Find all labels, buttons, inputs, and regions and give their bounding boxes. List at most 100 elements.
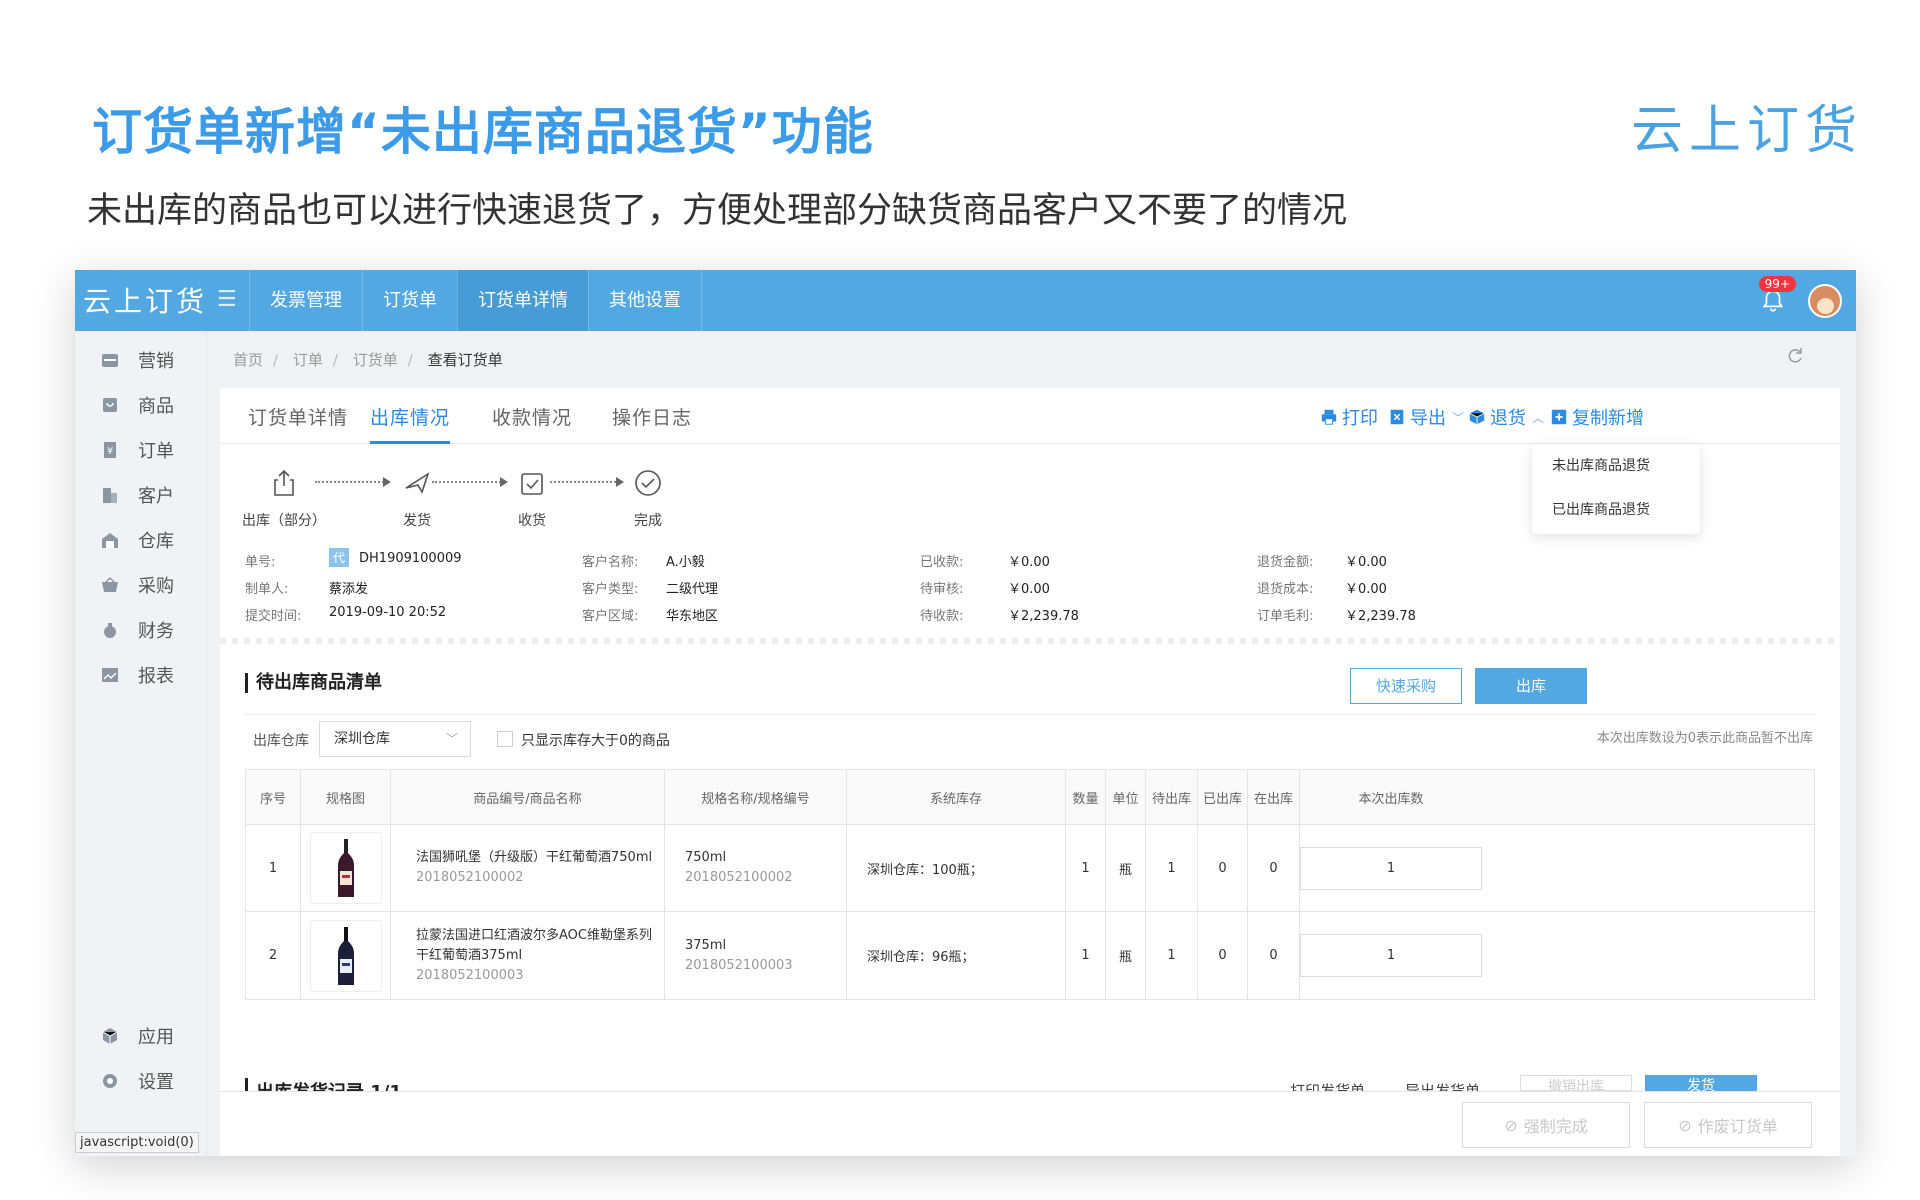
quick-purchase-button[interactable]: 快速采购 (1350, 668, 1462, 704)
step-arrow (432, 477, 508, 487)
export-icon (1390, 409, 1404, 425)
sidebar-item-warehouse[interactable]: 仓库 (75, 525, 207, 555)
tab-payment[interactable]: 收款情况 (492, 403, 572, 430)
step-arrow (550, 477, 624, 487)
warehouse-select[interactable]: 深圳仓库 ﹀ (319, 721, 471, 757)
breadcrumb-home[interactable]: 首页 (233, 351, 263, 369)
outbound-button[interactable]: 出库 (1475, 668, 1587, 704)
undo-outbound-button[interactable]: 撤销出库 (1520, 1075, 1632, 1091)
nav-order-detail[interactable]: 订货单详情 (457, 270, 588, 331)
sidebar-item-apps[interactable]: 应用 (75, 1021, 207, 1051)
outbound-hint: 本次出库数设为0表示此商品暂不出库 (1596, 731, 1813, 746)
sidebar-item-label: 设置 (138, 1072, 174, 1093)
unit-cell: 瓶 (1106, 912, 1146, 999)
sidebar-item-marketing[interactable]: 营销 (75, 345, 207, 375)
sidebar-item-finance[interactable]: 财务 (75, 615, 207, 645)
slide-subtitle: 未出库的商品也可以进行快速退货了，方便处理部分缺货商品客户又不要了的情况 (87, 191, 1348, 231)
footer-action-bar: ⊘ 强制完成 ⊘ 作废订货单 (220, 1091, 1840, 1156)
shipped-cell: 0 (1198, 825, 1248, 911)
return-button[interactable]: 退货 ︿ (1468, 404, 1544, 430)
export-button[interactable]: 导出 ﹀ (1388, 404, 1464, 430)
wine-bottle-image (309, 919, 382, 992)
avatar[interactable] (1808, 284, 1842, 318)
table-row: 1 法国狮吼堡（升级版）干红葡萄酒750ml 2018052100002 750m… (246, 825, 1814, 912)
cube-icon (100, 1026, 120, 1046)
customer-name: A.小毅 (666, 555, 705, 570)
tab-operation-log[interactable]: 操作日志 (612, 403, 692, 430)
building-icon (100, 485, 120, 505)
col-header: 本次出库数 (1358, 791, 1424, 807)
sidebar-item-purchase[interactable]: 采购 (75, 570, 207, 600)
col-header: 规格名称/规格编号 (665, 770, 847, 824)
active-tab-indicator (370, 441, 450, 444)
sidebar-item-products[interactable]: 商品 (75, 390, 207, 420)
col-header: 商品编号/商品名称 (391, 770, 665, 824)
tab-outbound[interactable]: 出库情况 (370, 403, 450, 430)
order-maker: 蔡添发 (329, 582, 369, 597)
print-button[interactable]: 打印 (1320, 404, 1378, 430)
col-header: 序号 (246, 770, 301, 824)
breadcrumb-current: 查看订货单 (427, 351, 503, 369)
product-name[interactable]: 拉蒙法国进口红酒波尔多AOC维勒堡系列干红葡萄酒375ml (416, 928, 652, 963)
divider (220, 638, 1840, 644)
stock-cell: 深圳仓库：96瓶； (847, 912, 1066, 999)
breadcrumb-orders[interactable]: 订单 (293, 351, 323, 369)
void-order-button[interactable]: ⊘ 作废订货单 (1644, 1102, 1812, 1148)
sidebar-item-label: 采购 (138, 576, 174, 597)
sidebar-item-label: 财务 (138, 621, 174, 642)
ship-button[interactable]: 发货 (1645, 1075, 1757, 1091)
col-header: 在出库 (1248, 770, 1300, 824)
copy-new-button[interactable]: 复制新增 (1550, 404, 1644, 430)
only-in-stock-label: 只显示库存大于0的商品 (521, 733, 670, 749)
sidebar-item-orders[interactable]: ¥ 订单 (75, 435, 207, 465)
order-card: 订货单详情 出库情况 收款情况 操作日志 打印 导出 ﹀ 退货 ︿ 复制新增 未… (220, 388, 1840, 1156)
shipment-record-title: 出库发货记录 1/1 (245, 1078, 402, 1092)
sidebar-item-reports[interactable]: 报表 (75, 660, 207, 690)
in-progress-cell: 0 (1248, 825, 1300, 911)
product-image-cell (301, 912, 391, 999)
sidebar-item-label: 商品 (138, 396, 174, 417)
sidebar-item-customers[interactable]: 客户 (75, 480, 207, 510)
warehouse-icon (100, 530, 120, 550)
store-icon (100, 350, 120, 370)
wine-bottle-image (309, 832, 382, 904)
sidebar-item-settings[interactable]: 设置 (75, 1066, 207, 1096)
chevron-up-icon: ︿ (1532, 410, 1545, 425)
only-in-stock-checkbox[interactable] (497, 731, 513, 747)
in-progress-cell: 0 (1248, 912, 1300, 999)
step-complete: 完成 (633, 468, 663, 530)
product-name[interactable]: 法国狮吼堡（升级版）干红葡萄酒750ml (416, 850, 652, 865)
nav-other-settings[interactable]: 其他设置 (588, 270, 702, 331)
refresh-icon[interactable] (1785, 346, 1805, 366)
refund-amount: ￥0.00 (1345, 555, 1387, 570)
gear-icon (100, 1071, 120, 1091)
return-unshipped-item[interactable]: 未出库商品退货 (1532, 444, 1700, 488)
spec-cell: 375ml 2018052100003 (665, 912, 847, 999)
brand-logo: 云上订货 (1630, 101, 1863, 161)
app-logo[interactable]: 云上订货 (83, 280, 207, 320)
nav-orders[interactable]: 订货单 (362, 270, 457, 331)
check-circle-icon: ⊘ (1504, 1115, 1518, 1135)
sidebar-item-label: 客户 (138, 486, 174, 507)
refund-cost: ￥0.00 (1345, 582, 1387, 597)
tab-order-detail[interactable]: 订货单详情 (248, 403, 348, 430)
outbound-qty-input[interactable]: 1 (1300, 846, 1482, 890)
customer-type: 二级代理 (666, 582, 719, 597)
nav-invoice-management[interactable]: 发票管理 (249, 270, 362, 331)
col-header: 数量 (1066, 770, 1106, 824)
qty-cell: 1 (1066, 825, 1106, 911)
order-info: 单号: 代 DH1909100009 制单人: 蔡添发 提交时间: 2019-09… (245, 548, 545, 631)
outbound-qty-input[interactable]: 1 (1300, 934, 1482, 977)
breadcrumb: 首页 / 订单 / 订货单 / 查看订货单 (233, 351, 503, 369)
return-shipped-item[interactable]: 已出库商品退货 (1532, 488, 1700, 532)
return-dropdown: 未出库商品退货 已出库商品退货 (1532, 444, 1700, 534)
col-header: 待出库 (1146, 770, 1198, 824)
menu-toggle-icon[interactable]: ☰ (217, 287, 237, 312)
force-complete-button[interactable]: ⊘ 强制完成 (1462, 1102, 1630, 1148)
proxy-tag: 代 (329, 548, 350, 567)
slide-title: 订货单新增“未出库商品退货”功能 (92, 103, 874, 161)
received-amount: ￥0.00 (1008, 555, 1050, 570)
basket-icon (100, 575, 120, 595)
breadcrumb-order-list[interactable]: 订货单 (353, 351, 398, 369)
top-navbar: 云上订货 ☰ 发票管理 订货单 订货单详情 其他设置 99+ (75, 270, 1856, 331)
